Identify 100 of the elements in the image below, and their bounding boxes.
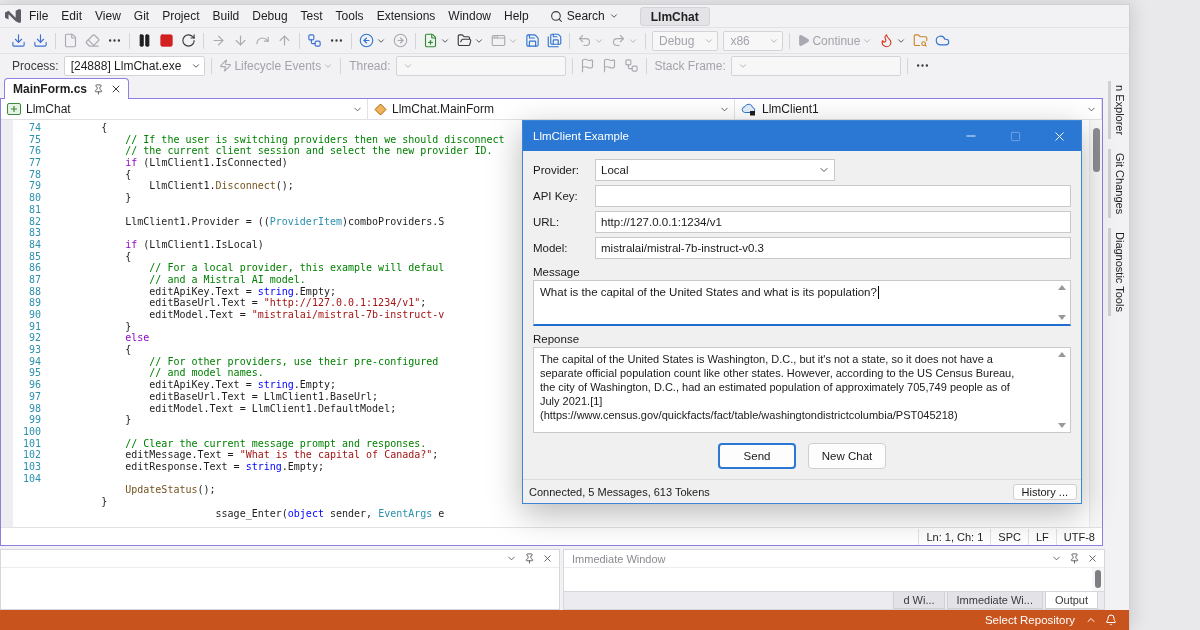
scrollbar-thumb[interactable] [1092, 128, 1100, 172]
menu-item[interactable]: Window [442, 6, 497, 26]
dropdown[interactable]: LlmChat.MainForm [368, 99, 735, 119]
code-line: { [125, 250, 132, 263]
code-line: ssage_Enter(object sender, EventArgs e [215, 507, 445, 520]
pane-tab[interactable]: Output [1044, 592, 1098, 609]
menu-item[interactable]: Help [498, 6, 535, 26]
line-number: 85 [28, 250, 41, 263]
line-number: 94 [28, 355, 41, 368]
field-label: Model: [533, 242, 568, 254]
text-field[interactable]: mistralai/mistral-7b-instruct-v0.3 [595, 237, 1071, 259]
caret-icon [608, 11, 619, 21]
line-number: 99 [28, 414, 41, 426]
line-number: 97 [28, 390, 41, 403]
pane-title: Immediate Window [572, 552, 666, 565]
code-line: editBaseUrl.Text = "http://127.0.0.1:1234/v1"; [149, 297, 427, 309]
dropdown[interactable]: Local [595, 159, 835, 181]
line-number: 104 [22, 472, 41, 485]
line-number: 89 [28, 297, 41, 309]
status-text: Connected, 5 Messages, 613 Tokens [529, 485, 710, 498]
field-label: API Key: [533, 190, 578, 202]
line-number: 98 [28, 402, 41, 415]
side-tab[interactable]: Diagnostic Tools [1107, 228, 1127, 317]
document-tab[interactable]: MainForm.cs [4, 78, 129, 99]
close-icon [1086, 553, 1098, 564]
toolbar-label: Thread: [348, 58, 392, 73]
repository-button[interactable]: Select Repository [982, 614, 1077, 626]
line-number: 82 [28, 215, 41, 228]
code-line: else [125, 332, 150, 345]
close-icon [541, 553, 553, 564]
bell-icon [1105, 614, 1117, 626]
code-line: if (LlmClient1.IsLocal) [125, 238, 264, 251]
search-button[interactable]: Search [543, 6, 625, 26]
up-triangle-icon [1058, 352, 1066, 357]
menu-item[interactable]: Debug [246, 6, 294, 26]
project-icon [7, 103, 21, 115]
status-item[interactable]: UTF-8 [1055, 528, 1102, 545]
menu-item[interactable]: Project [156, 6, 206, 26]
code-line: // and model names. [149, 367, 264, 380]
line-number: 91 [28, 320, 41, 333]
code-line: // If the user is switching providers then we should disconnect [125, 133, 505, 146]
line-number: 87 [28, 273, 41, 286]
menu-item[interactable]: Build [206, 6, 246, 26]
menu-item[interactable]: View [89, 6, 127, 26]
dropdown[interactable]: [24888] LlmChat.exe [63, 55, 206, 76]
solution-name: LlmChat [639, 6, 710, 26]
field-label: URL: [533, 216, 560, 228]
line-number: 78 [28, 168, 41, 181]
window-title: LlmClient Example [533, 130, 629, 142]
text-field[interactable] [595, 185, 1071, 207]
line-number: 84 [28, 238, 41, 251]
line-number: 77 [28, 157, 41, 169]
line-number: 83 [28, 227, 41, 239]
code-line: } [101, 496, 108, 508]
code-line: { [125, 344, 132, 356]
code-line: // Clear the current message prompt and responses. [125, 437, 427, 450]
dialog-button[interactable]: Send [718, 443, 796, 469]
menu-item[interactable]: Extensions [370, 6, 442, 26]
history-button[interactable]: History ... [1012, 483, 1077, 500]
menu-item[interactable]: Tools [329, 6, 370, 26]
pin-icon [93, 83, 104, 95]
menu-item[interactable]: Edit [55, 6, 89, 26]
menu-item[interactable]: File [23, 6, 55, 26]
status-item[interactable]: Ln: 1, Ch: 1 [918, 528, 991, 545]
code-line: { [101, 122, 108, 134]
code-line: // and a Mistral AI model. [149, 273, 306, 286]
side-tab[interactable]: n Explorer [1107, 81, 1127, 140]
up-triangle-icon [1058, 285, 1066, 290]
menu-item[interactable]: Test [294, 6, 329, 26]
down-triangle-icon [1058, 315, 1066, 320]
code-line: } [125, 414, 132, 426]
toolbar-label: Stack Frame: [653, 58, 727, 73]
line-number: 76 [28, 145, 41, 158]
side-tab[interactable]: Git Changes [1107, 149, 1127, 219]
line-number: 92 [28, 332, 41, 345]
line-number: 90 [28, 309, 41, 321]
status-item[interactable]: SPC [990, 528, 1028, 545]
line-number: 80 [28, 192, 41, 204]
code-line: } [125, 320, 132, 333]
menu-item[interactable]: Git [127, 6, 156, 26]
pane-tab[interactable]: Immediate Wi... [946, 592, 1043, 609]
logo-icon [4, 8, 22, 24]
line-number: 79 [28, 180, 41, 193]
code-line: editModel.Text = "mistralai/mistral-7b-instruct-v [149, 309, 445, 321]
response-field[interactable]: The capital of the United States is Washington, D.C., but it's not a state, so it does not have a separate official population count like other states. However, according to the US Census Bureau, the city of Washington, D.C., had an estimated population of approximately 705,749 people as of July 2021.[1] (https://www.census.gov/quickfacts/fact/table/washingtondistrictcolumbia/PST045218) [533, 347, 1071, 433]
lightning-icon [219, 59, 233, 72]
code-line: // For a local provider, this example will defaul [149, 262, 445, 274]
code-line: editModel.Text = LlmClient1.DefaultModel; [149, 402, 397, 415]
field-label: Reponse [533, 333, 580, 345]
line-number: 100 [22, 425, 41, 438]
pane-tab[interactable]: d Wi... [893, 592, 945, 609]
dialog-button[interactable]: New Chat [808, 443, 886, 469]
code-line: UpdateStatus(); [125, 484, 216, 496]
dropdown[interactable]: LlmClient1 [735, 99, 1102, 119]
text-field[interactable]: http://127.0.0.1:1234/v1 [595, 211, 1071, 233]
code-line: LlmClient1.Disconnect(); [149, 180, 294, 193]
line-number: 95 [28, 367, 41, 380]
message-field[interactable]: What is the capital of the United States and what is its population? [533, 280, 1071, 326]
dropdown[interactable]: LlmChat [1, 99, 368, 119]
status-item[interactable]: LF [1028, 528, 1056, 545]
